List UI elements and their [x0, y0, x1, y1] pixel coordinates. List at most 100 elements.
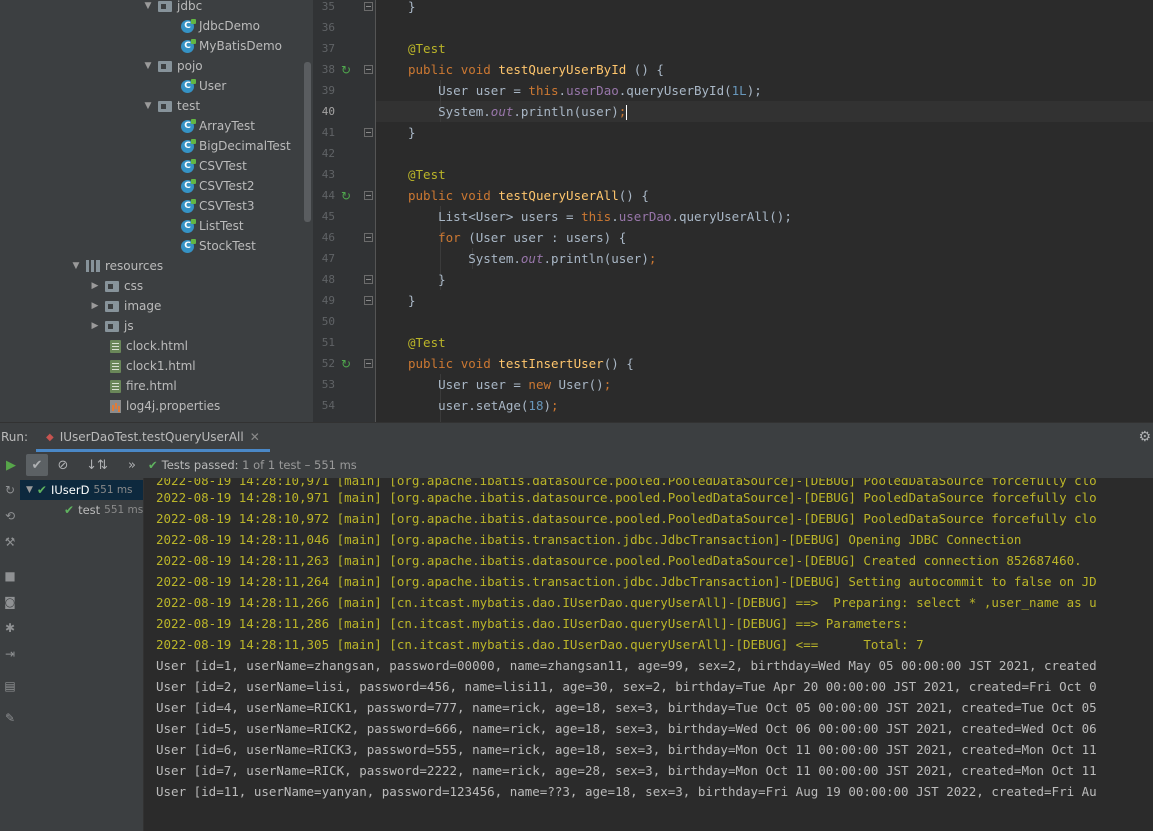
test-class-row[interactable]: ▼ ✔ IUserD 551 ms: [26, 480, 133, 500]
line-number: 49: [321, 294, 335, 307]
code-line-44[interactable]: public void testQueryUserAll() {: [408, 185, 1153, 206]
tree-item-js[interactable]: ▶ js: [89, 316, 134, 336]
tree-item-jdbcdemo[interactable]: C JdbcDemo: [181, 16, 260, 36]
code-line-53[interactable]: User user = new User();: [408, 374, 1153, 395]
line-number: 48: [321, 273, 335, 286]
layout-icon[interactable]: ▤: [2, 678, 18, 694]
tree-item-log4j-properties[interactable]: log4j.properties: [110, 396, 220, 416]
run-test-icon[interactable]: ↻: [341, 189, 355, 203]
tree-item-arraytest[interactable]: C ArrayTest: [181, 116, 255, 136]
pin-icon[interactable]: ✎: [2, 710, 18, 726]
fold-marker-icon[interactable]: [364, 128, 373, 137]
tree-item-listtest[interactable]: C ListTest: [181, 216, 244, 236]
chevron-right-icon[interactable]: ▶: [89, 276, 101, 296]
tree-item-image[interactable]: ▶ image: [89, 296, 162, 316]
line-number: 35: [321, 0, 335, 13]
fold-marker-icon[interactable]: [364, 359, 373, 368]
chevron-down-icon[interactable]: ▼: [70, 256, 82, 276]
folder-icon: [105, 280, 119, 292]
code-line-54[interactable]: user.setAge(18);: [408, 395, 1153, 416]
sort-icon: ↓⇅: [86, 457, 108, 473]
double-chevron-icon: »: [128, 457, 136, 473]
test-results-tree: ▼ ✔ IUserD 551 ms ✔ test 551 ms: [20, 478, 144, 831]
folder-icon: [105, 320, 119, 332]
tree-item-clock1-html[interactable]: clock1.html: [110, 356, 196, 376]
code-line-49[interactable]: }: [408, 290, 1153, 311]
tree-item-resources[interactable]: ▼ resources: [70, 256, 164, 276]
tree-item-css[interactable]: ▶ css: [89, 276, 144, 296]
show-ignored-button[interactable]: ⊘: [52, 454, 74, 476]
tree-item-stocktest[interactable]: C StockTest: [181, 236, 256, 256]
resources-folder-icon: [86, 260, 100, 272]
code-line-41[interactable]: }: [408, 122, 1153, 143]
tree-item-user[interactable]: C User: [181, 76, 226, 96]
show-passed-button[interactable]: ✔: [26, 454, 48, 476]
console-line: 2022-08-19 14:28:11,266 [main] [cn.itcas…: [156, 595, 1097, 610]
line-number: 52: [321, 357, 335, 370]
toggle-auto-test-icon[interactable]: ⟲: [2, 508, 18, 524]
more-actions-button[interactable]: »: [121, 454, 143, 476]
camera-icon[interactable]: ◙: [2, 594, 18, 610]
check-icon: ✔: [148, 458, 158, 472]
tree-scrollbar[interactable]: [304, 62, 311, 222]
code-line-39[interactable]: User user = this.userDao.queryUserById(1…: [408, 80, 1153, 101]
html-file-icon: [110, 379, 121, 393]
fold-marker-icon[interactable]: [364, 296, 373, 305]
console-output[interactable]: 2022-08-19 14:28:10,971 [main] [org.apac…: [144, 478, 1153, 831]
chevron-down-icon[interactable]: ▼: [142, 0, 154, 16]
run-tab-title: IUserDaoTest.testQueryUserAll: [59, 430, 244, 444]
fold-marker-icon[interactable]: [364, 191, 373, 200]
settings-icon[interactable]: ✱: [2, 620, 18, 636]
tree-item-jdbc[interactable]: ▼ jdbc: [142, 0, 203, 16]
chevron-down-icon[interactable]: ▼: [142, 96, 154, 116]
fold-marker-icon[interactable]: [364, 233, 373, 242]
tree-item-csvtest[interactable]: C CSVTest: [181, 156, 247, 176]
rerun-button[interactable]: ▶: [0, 454, 22, 476]
code-line-47[interactable]: System.out.println(user);: [408, 248, 1153, 269]
sort-button[interactable]: ↓⇅: [86, 454, 108, 476]
run-test-icon[interactable]: ↻: [341, 357, 355, 371]
fold-marker-icon[interactable]: [364, 2, 373, 11]
gear-icon[interactable]: ⚙: [1138, 429, 1151, 445]
code-line-37[interactable]: @Test: [408, 38, 1153, 59]
close-icon[interactable]: ✕: [250, 430, 260, 444]
fold-marker-icon[interactable]: [364, 65, 373, 74]
exit-icon[interactable]: ⇥: [2, 646, 18, 662]
tree-item-csvtest3[interactable]: C CSVTest3: [181, 196, 254, 216]
test-method-row[interactable]: ✔ test 551 ms: [64, 500, 143, 520]
code-editor[interactable]: 35 36 37 38 39 40 41 42 43 44 45 46 47 4…: [313, 0, 1153, 422]
stop-icon[interactable]: ■: [2, 568, 18, 584]
tree-item-pojo[interactable]: ▼ pojo: [142, 56, 203, 76]
code-line-52[interactable]: public void testInsertUser() {: [408, 353, 1153, 374]
run-panel-label: Run:: [1, 430, 29, 444]
line-number-current: 40: [321, 105, 335, 118]
chevron-right-icon[interactable]: ▶: [89, 316, 101, 336]
code-line-40[interactable]: System.out.println(user);: [408, 101, 1153, 122]
chevron-down-icon[interactable]: ▼: [26, 480, 33, 500]
class-icon: C: [181, 238, 196, 253]
code-line-51[interactable]: @Test: [408, 332, 1153, 353]
tree-item-clock-html[interactable]: clock.html: [110, 336, 188, 356]
code-line-46[interactable]: for (User user : users) {: [408, 227, 1153, 248]
tree-item-test[interactable]: ▼ test: [142, 96, 201, 116]
properties-file-icon: [110, 399, 121, 413]
run-panel-header: Run: ◆ IUserDaoTest.testQueryUserAll ✕ ⚙: [0, 422, 1153, 452]
tree-item-mybatisdemo[interactable]: C MyBatisDemo: [181, 36, 282, 56]
code-line-48[interactable]: }: [408, 269, 1153, 290]
tree-item-bigdecimaltest[interactable]: C BigDecimalTest: [181, 136, 291, 156]
console-line: 2022-08-19 14:28:11,046 [main] [org.apac…: [156, 532, 1022, 547]
wrench-icon[interactable]: ⚒: [2, 534, 18, 550]
tree-item-fire-html[interactable]: fire.html: [110, 376, 177, 396]
code-line-38[interactable]: public void testQueryUserById () {: [408, 59, 1153, 80]
chevron-down-icon[interactable]: ▼: [142, 56, 154, 76]
code-line-45[interactable]: List<User> users = this.userDao.queryUse…: [408, 206, 1153, 227]
run-config-tab[interactable]: ◆ IUserDaoTest.testQueryUserAll ✕: [36, 425, 270, 452]
code-line-43[interactable]: @Test: [408, 164, 1153, 185]
chevron-right-icon[interactable]: ▶: [89, 296, 101, 316]
run-test-icon[interactable]: ↻: [341, 63, 355, 77]
fold-marker-icon[interactable]: [364, 275, 373, 284]
console-line: User [id=4, userName=RICK1, password=777…: [156, 700, 1097, 715]
tree-item-csvtest2[interactable]: C CSVTest2: [181, 176, 254, 196]
rerun-failed-icon[interactable]: ↻: [2, 482, 18, 498]
code-line-35[interactable]: }: [408, 0, 1153, 17]
